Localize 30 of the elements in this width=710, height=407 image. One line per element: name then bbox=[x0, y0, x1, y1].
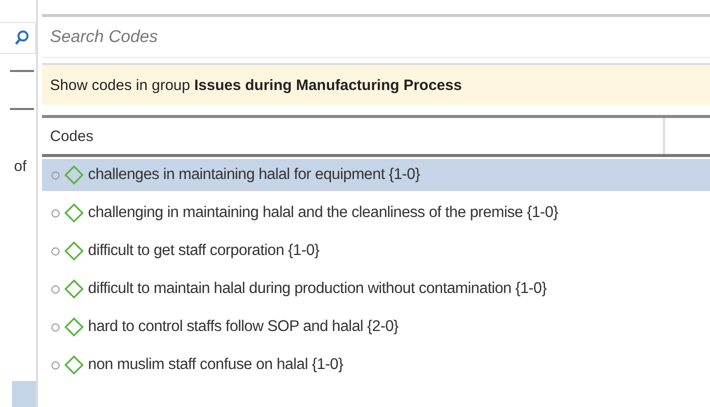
diamond-icon bbox=[64, 241, 84, 261]
diamond-icon bbox=[64, 165, 84, 185]
circle-icon bbox=[51, 170, 60, 180]
code-row[interactable]: difficult to get staff corporation {1-0} bbox=[42, 235, 710, 267]
column-header[interactable]: Codes bbox=[42, 118, 665, 154]
group-banner: Show codes in group Issues during Manufacturing Process bbox=[42, 63, 710, 105]
code-row[interactable]: challenges in maintaining halal for equipment {1-0} bbox=[42, 159, 710, 191]
code-label: non muslim staff confuse on halal {1-0} bbox=[88, 356, 344, 374]
code-row[interactable]: non muslim staff confuse on halal {1-0} bbox=[42, 349, 710, 381]
code-row[interactable]: hard to control staffs follow SOP and halal {2-0} bbox=[42, 311, 710, 343]
circle-icon bbox=[51, 322, 60, 332]
diamond-icon bbox=[64, 317, 84, 337]
circle-icon bbox=[51, 246, 60, 256]
diamond-icon bbox=[64, 355, 84, 375]
code-label: challenges in maintaining halal for equipment {1-0} bbox=[88, 166, 420, 184]
diamond-icon bbox=[64, 279, 84, 299]
diamond-icon bbox=[64, 203, 84, 223]
circle-icon bbox=[51, 208, 60, 218]
circle-icon bbox=[51, 360, 60, 370]
circle-icon bbox=[51, 284, 60, 294]
code-row[interactable]: challenging in maintaining halal and the cleanliness of the premise {1-0} bbox=[42, 197, 710, 229]
code-label: difficult to get staff corporation {1-0} bbox=[88, 242, 320, 260]
code-label: challenging in maintaining halal and the cleanliness of the premise {1-0} bbox=[88, 204, 558, 222]
code-label: difficult to maintain halal during production without contamination {1-0} bbox=[88, 280, 547, 298]
code-label: hard to control staffs follow SOP and halal {2-0} bbox=[88, 318, 398, 336]
search-icon[interactable] bbox=[15, 30, 29, 46]
side-panel-text: of bbox=[14, 158, 27, 175]
code-row[interactable]: difficult to maintain halal during production without contamination {1-0} bbox=[42, 273, 710, 305]
side-panel-selection bbox=[12, 381, 36, 407]
search-field[interactable]: Search Codes bbox=[50, 22, 710, 52]
